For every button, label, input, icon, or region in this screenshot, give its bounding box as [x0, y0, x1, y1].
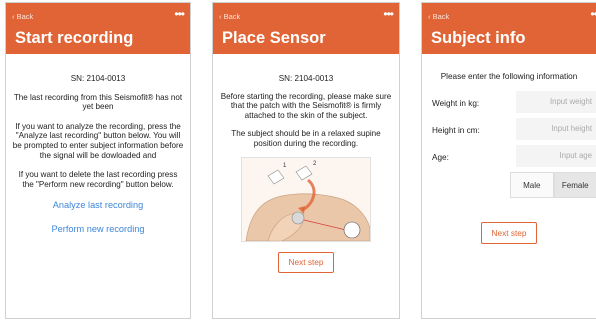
step-1-label: 1	[283, 163, 287, 169]
weight-input[interactable]: Input weight	[516, 91, 596, 113]
weight-label: Weight in kg:	[432, 99, 480, 108]
sensor-icon-2	[295, 165, 313, 180]
back-label: Back	[16, 12, 34, 21]
zoom-circle-icon	[343, 221, 361, 238]
analyze-last-recording-link[interactable]: Analyze last recording	[12, 201, 184, 211]
start-recording-screen: ‹ Back ••• Start recording SN: 2104-0013…	[5, 2, 191, 319]
sensor-placement-illustration: 1 2	[241, 156, 371, 242]
form-intro: Please enter the following information	[440, 72, 578, 81]
header: ‹ Back ••• Subject info	[422, 3, 596, 54]
patch-icon	[291, 211, 305, 224]
serial-number: SN: 2104-0013	[278, 74, 334, 83]
weight-row: Weight in kg: Input weight	[422, 91, 596, 118]
more-icon[interactable]: •••	[174, 7, 185, 21]
perform-new-recording-link[interactable]: Perform new recording	[12, 224, 184, 235]
place-sensor-screen: ‹ Back ••• Place Sensor SN: 2104-0013 Be…	[212, 2, 400, 319]
age-label: Age:	[432, 153, 449, 162]
torso-illustration: 1 2	[245, 161, 371, 241]
header: ‹ Back ••• Place Sensor	[213, 3, 399, 54]
chevron-left-icon: ‹	[428, 12, 431, 21]
sex-selector: Male Female	[510, 172, 596, 198]
height-row: Height in cm: Input height	[422, 118, 596, 145]
info-text-1: Before starting the recording, please ma…	[220, 91, 392, 120]
age-input[interactable]: Input age	[516, 145, 596, 167]
info-text-2: The subject should be in a relaxed supin…	[231, 129, 381, 148]
back-button[interactable]: ‹ Back	[12, 12, 33, 21]
chevron-left-icon: ‹	[219, 12, 222, 21]
step-2-label: 2	[313, 161, 317, 167]
more-icon[interactable]: •••	[383, 7, 394, 21]
sex-option-female[interactable]: Female	[553, 172, 596, 198]
next-step-button[interactable]: Next step	[278, 251, 334, 274]
header: ‹ Back ••• Start recording	[6, 3, 190, 54]
page-title: Place Sensor	[222, 29, 326, 47]
back-button[interactable]: ‹ Back	[428, 12, 449, 21]
sex-row: Male Female	[422, 172, 596, 202]
next-step-button[interactable]: Next step	[481, 222, 537, 244]
page-title: Start recording	[15, 29, 134, 47]
back-button[interactable]: ‹ Back	[219, 12, 240, 21]
back-label: Back	[223, 12, 241, 21]
age-row: Age: Input age	[422, 145, 596, 172]
chevron-left-icon: ‹	[12, 12, 15, 21]
info-text-2: If you want to analyze the recording, pr…	[12, 121, 184, 160]
back-label: Back	[432, 12, 450, 21]
subject-info-screen: ‹ Back ••• Subject info Please enter the…	[421, 2, 596, 319]
height-label: Height in cm:	[432, 126, 480, 135]
sensor-icon-1	[267, 169, 285, 184]
height-input[interactable]: Input height	[516, 118, 596, 140]
sex-option-male[interactable]: Male	[510, 172, 554, 198]
info-text-1: The last recording from this Seismofit® …	[13, 92, 183, 112]
page-title: Subject info	[431, 29, 526, 47]
info-text-3: If you want to delete the last recording…	[18, 170, 178, 189]
more-icon[interactable]: •••	[590, 7, 596, 21]
serial-number: SN: 2104-0013	[70, 74, 126, 83]
